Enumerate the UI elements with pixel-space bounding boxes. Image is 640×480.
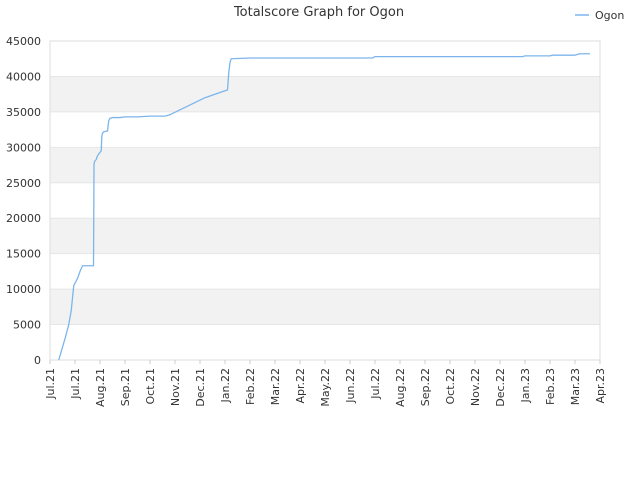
- plot-band: [50, 218, 600, 254]
- x-tick-label: Nov.22: [469, 368, 482, 406]
- legend[interactable]: Ogon: [575, 9, 624, 22]
- x-tick-label: Oct.21: [144, 368, 157, 405]
- x-tick-label: Aug.21: [94, 368, 107, 407]
- x-tick-label: Aug.22: [394, 368, 407, 407]
- x-tick-label: Dec.22: [494, 368, 507, 407]
- x-tick-label: Apr.23: [594, 368, 607, 404]
- plot-band: [50, 76, 600, 112]
- x-tick-label: Sep.22: [419, 368, 432, 406]
- x-tick-label: Mar.22: [269, 368, 282, 405]
- x-tick-label: Oct.22: [444, 368, 457, 405]
- x-tick-label: Feb.23: [544, 368, 557, 405]
- chart-title: Totalscore Graph for Ogon: [233, 5, 404, 20]
- x-tick-label: Feb.22: [244, 368, 257, 405]
- y-tick-label: 40000: [6, 70, 41, 83]
- y-tick-label: 45000: [6, 35, 41, 48]
- legend-label-ogon: Ogon: [595, 9, 624, 22]
- x-tick-label: May.22: [319, 368, 332, 407]
- y-tick-label: 0: [34, 354, 41, 367]
- x-tick-label: Nov.21: [169, 368, 182, 406]
- y-axis-ticks: 0 5000 10000 15000 20000 25000 30000 35000 40000…: [6, 35, 41, 367]
- x-tick-label: Jul.22: [369, 368, 382, 400]
- y-tick-label: 20000: [6, 212, 41, 225]
- chart-svg: 0 5000 10000 15000 20000 25000 30000 35000 40000…: [6, 5, 624, 407]
- y-tick-label: 25000: [6, 177, 41, 190]
- chart-root: 0 5000 10000 15000 20000 25000 30000 35000 40000…: [0, 0, 640, 480]
- x-tick-label: Dec.21: [194, 368, 207, 407]
- y-tick-label: 5000: [13, 319, 41, 332]
- plot-bands: [50, 76, 600, 325]
- x-tick-label: Jan.23: [519, 368, 532, 403]
- y-tick-label: 30000: [6, 141, 41, 154]
- x-tick-label: Sep.21: [119, 368, 132, 406]
- y-tick-label: 15000: [6, 248, 41, 261]
- x-tick-label: Jan.22: [219, 368, 232, 403]
- plot-band: [50, 147, 600, 183]
- x-tick-label: Jul.21: [69, 368, 82, 400]
- y-tick-label: 35000: [6, 106, 41, 119]
- y-tick-label: 10000: [6, 283, 41, 296]
- x-tick-label: Jul.21: [44, 368, 57, 400]
- plot-band: [50, 289, 600, 325]
- x-tick-label: Apr.22: [294, 368, 307, 404]
- x-tick-label: Mar.23: [569, 368, 582, 405]
- x-axis-ticks: Jul.21 Jul.21 Aug.21 Sep.21 Oct.21 Nov.21 Dec.…: [44, 360, 607, 407]
- x-tick-label: Jun.22: [344, 368, 357, 404]
